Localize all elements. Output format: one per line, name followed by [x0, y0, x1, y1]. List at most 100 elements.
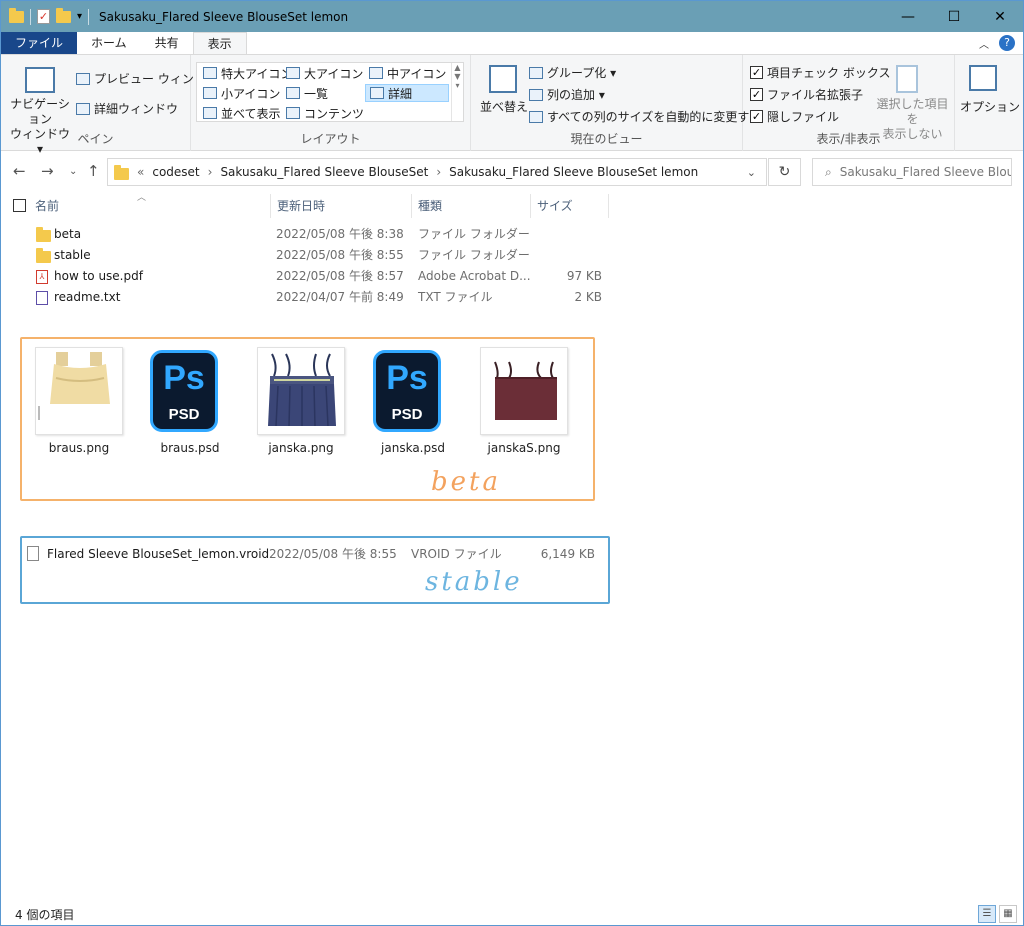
options-icon[interactable]: [969, 65, 997, 91]
overflow-crumb[interactable]: «: [137, 165, 144, 179]
column-name[interactable]: 名前: [29, 194, 271, 218]
status-bar: 4 個の項目 ☰ ▦: [1, 903, 1023, 925]
file-row[interactable]: stable 2022/05/08 午後 8:55 ファイル フォルダー: [1, 245, 611, 266]
file-type: TXT ファイル: [418, 290, 493, 304]
breadcrumb-lemon[interactable]: Sakusaku_Flared Sleeve BlouseSet lemon: [449, 165, 698, 179]
quick-access-toolbar: ✓ ▾: [1, 7, 90, 25]
search-placeholder: Sakusaku_Flared Sleeve Blou...: [839, 165, 1012, 179]
file-tile[interactable]: janska.png: [251, 347, 351, 467]
column-header: ︿ 名前 更新日時 種類 サイズ: [1, 193, 611, 218]
tab-home[interactable]: ホーム: [77, 32, 141, 54]
navigation-pane-button[interactable]: ナビゲーション ウィンドウ ▾: [7, 97, 73, 157]
checkbox-checked[interactable]: ✓: [750, 110, 763, 123]
item-checkboxes-toggle[interactable]: ✓ 項目チェック ボックス: [750, 64, 890, 81]
layout-small-icons[interactable]: 小アイコン: [199, 84, 284, 102]
chevron-right-icon[interactable]: ›: [208, 165, 213, 179]
address-bar[interactable]: « codeset › Sakusaku_Flared Sleeve Blous…: [107, 158, 767, 186]
minimize-button[interactable]: —: [885, 1, 931, 32]
address-dropdown-icon[interactable]: ⌄: [747, 166, 756, 179]
navigation-pane-icon[interactable]: [25, 67, 55, 93]
file-row[interactable]: beta 2022/05/08 午後 8:38 ファイル フォルダー: [1, 224, 611, 245]
layout-tiles[interactable]: 並べて表示: [199, 104, 285, 122]
photoshop-logo-text: Ps: [386, 359, 428, 397]
tab-share[interactable]: 共有: [141, 32, 193, 54]
layout-list[interactable]: 一覧: [282, 84, 332, 102]
tile-label: janska.psd: [381, 441, 445, 455]
tile-label: braus.png: [48, 441, 110, 455]
layout-label: 一覧: [304, 86, 329, 101]
help-icon[interactable]: ?: [999, 35, 1015, 51]
layout-details[interactable]: 詳細: [365, 84, 449, 102]
show-hide-group-label: 表示/非表示: [816, 132, 881, 146]
checkbox-checked[interactable]: ✓: [750, 66, 763, 79]
checkbox-checked[interactable]: ✓: [750, 88, 763, 101]
photoshop-logo-text: Ps: [163, 359, 205, 397]
back-arrow-icon[interactable]: ←: [13, 162, 26, 180]
breadcrumb-codeset[interactable]: codeset: [152, 165, 199, 179]
jumper-skirt-navy-thumbnail: [257, 347, 345, 435]
file-tile[interactable]: Ps PSD janska.psd: [363, 347, 463, 467]
refresh-button[interactable]: ↻: [768, 158, 801, 186]
file-date: 2022/05/08 午後 8:38: [276, 227, 404, 241]
file-tile[interactable]: Ps PSD braus.psd: [140, 347, 240, 467]
vroid-file-row[interactable]: Flared Sleeve BlouseSet_lemon.vroid 2022…: [27, 546, 602, 564]
customize-toolbar-icon[interactable]: ▾: [77, 11, 82, 22]
preview-pane-icon: [76, 72, 90, 85]
details-icon: [370, 87, 384, 99]
layout-gallery-scrollbar[interactable]: ▲ ▼ ▾: [451, 63, 463, 121]
file-name: readme.txt: [54, 290, 121, 304]
sort-by-icon[interactable]: [489, 65, 517, 93]
maximize-button[interactable]: ☐: [931, 1, 977, 32]
navigation-bar: ← → ⌄ ↑ « codeset › Sakusaku_Flared Slee…: [1, 158, 1023, 186]
size-columns-label: すべての列のサイズを自動的に変更する: [547, 110, 762, 124]
select-all-checkbox[interactable]: [13, 199, 26, 212]
large-icons-view-icon[interactable]: ▦: [999, 905, 1017, 923]
layout-gallery: 特大アイコン 大アイコン 中アイコン 小アイコン 一覧 詳細 並べて表示 コンテ…: [196, 62, 464, 122]
toolbar-separator: [88, 8, 90, 25]
layout-medium-icons[interactable]: 中アイコン: [365, 64, 450, 82]
column-size[interactable]: サイズ: [531, 194, 609, 218]
forward-arrow-icon[interactable]: →: [41, 162, 54, 180]
add-columns-label: 列の追加 ▾: [547, 88, 605, 102]
up-arrow-icon[interactable]: ↑: [87, 162, 100, 180]
breadcrumb-blouseset[interactable]: Sakusaku_Flared Sleeve BlouseSet: [220, 165, 428, 179]
title-bar[interactable]: ✓ ▾ Sakusaku_Flared Sleeve BlouseSet lem…: [1, 1, 1023, 32]
layout-label: 大アイコン: [304, 66, 364, 81]
tab-view[interactable]: 表示: [192, 32, 247, 54]
photoshop-icon: Ps PSD: [150, 350, 218, 432]
folder-icon: [114, 164, 129, 180]
file-size: 97 KB: [566, 269, 602, 283]
sort-by-button[interactable]: 並べ替え: [480, 98, 528, 115]
file-tile[interactable]: braus.png: [29, 347, 129, 467]
add-columns-button[interactable]: 列の追加 ▾: [529, 86, 605, 103]
file-row[interactable]: ⅄ how to use.pdf 2022/05/08 午後 8:57 Adob…: [1, 266, 611, 287]
layout-label: 並べて表示: [221, 106, 281, 121]
options-button[interactable]: オプション: [960, 98, 1020, 115]
column-date-modified[interactable]: 更新日時: [271, 194, 412, 218]
current-view-group: 並べ替え グループ化 ▾ 列の追加 ▾ すべての列のサイズを自動的に変更する 現…: [471, 55, 761, 151]
column-type[interactable]: 種類: [412, 194, 531, 218]
collapse-ribbon-icon[interactable]: ︿: [979, 36, 989, 51]
hidden-items-toggle[interactable]: ✓ 隠しファイル: [750, 108, 839, 125]
properties-icon[interactable]: ✓: [37, 9, 50, 24]
file-name: stable: [54, 248, 91, 262]
details-view-icon[interactable]: ☰: [978, 905, 996, 923]
tile-label: janska.png: [268, 441, 334, 455]
file-row[interactable]: readme.txt 2022/04/07 午前 8:49 TXT ファイル 2…: [1, 287, 611, 308]
file-extensions-toggle[interactable]: ✓ ファイル名拡張子: [750, 86, 863, 103]
layout-large-icons[interactable]: 大アイコン: [282, 64, 367, 82]
photoshop-icon: Ps PSD: [373, 350, 441, 432]
tab-file[interactable]: ファイル: [1, 32, 78, 54]
chevron-right-icon[interactable]: ›: [436, 165, 441, 179]
close-button[interactable]: ✕: [977, 1, 1023, 32]
details-pane-button[interactable]: 詳細ウィンドウ: [76, 100, 178, 117]
layout-content[interactable]: コンテンツ: [282, 104, 368, 122]
new-folder-icon[interactable]: [56, 7, 71, 23]
recent-locations-icon[interactable]: ⌄: [69, 166, 77, 177]
medium-icons-icon: [369, 67, 383, 79]
search-box[interactable]: ⌕ Sakusaku_Flared Sleeve Blou...: [812, 158, 1012, 186]
file-date: 2022/05/08 午後 8:55: [276, 248, 404, 262]
file-tile[interactable]: janskaS.png: [474, 347, 574, 467]
size-all-columns-button[interactable]: すべての列のサイズを自動的に変更する: [529, 108, 761, 125]
group-by-button[interactable]: グループ化 ▾: [529, 64, 616, 81]
